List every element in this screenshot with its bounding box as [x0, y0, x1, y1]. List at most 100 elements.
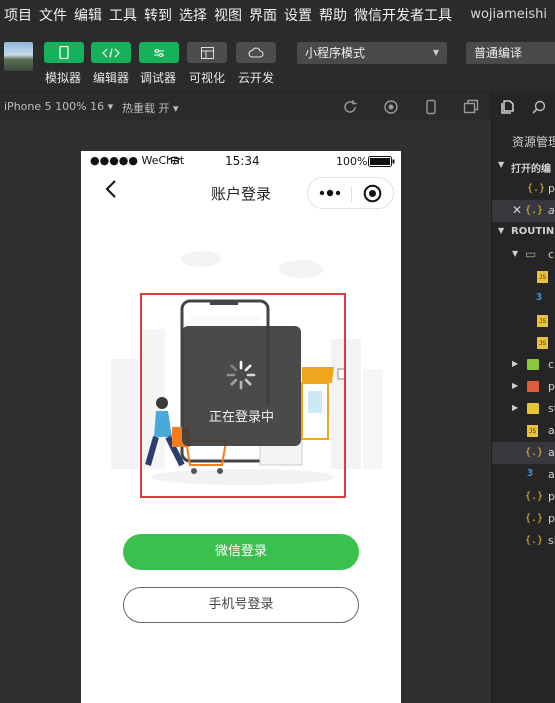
stop-icon[interactable]: [383, 99, 399, 115]
device-select-label: iPhone 5 100% 16: [4, 100, 105, 113]
tree-file[interactable]: JS: [492, 332, 555, 354]
caret-right-icon: ▶: [512, 359, 519, 368]
menu-tools[interactable]: 工具: [109, 5, 137, 25]
tree-file[interactable]: JS a: [492, 420, 555, 442]
menu-wechat-devtools[interactable]: 微信开发者工具: [354, 5, 452, 25]
toolbar: 模拟器 编辑器 调试器 可视化 云开发 小程序模式 ▼ 普通编译: [0, 30, 555, 92]
menu-goto[interactable]: 转到: [144, 5, 172, 25]
menu-help[interactable]: 帮助: [319, 5, 347, 25]
tree-file[interactable]: JS: [492, 266, 555, 288]
tree-folder[interactable]: ▶ st: [492, 398, 555, 420]
compile-select[interactable]: 普通编译: [466, 42, 555, 64]
tree-item-label: p: [548, 512, 555, 525]
cloud-dev-button[interactable]: [236, 42, 276, 63]
menu-project[interactable]: 项目: [4, 5, 32, 25]
tree-item-label: c: [548, 358, 555, 371]
debugger-button[interactable]: [139, 42, 179, 63]
phone-icon: [59, 46, 69, 59]
refresh-icon[interactable]: [342, 99, 358, 115]
search-icon[interactable]: [532, 100, 546, 114]
mode-select[interactable]: 小程序模式 ▼: [297, 42, 447, 64]
caret-down-icon: ▼: [498, 160, 505, 169]
battery-text: 100%: [336, 155, 368, 168]
wechat-login-button[interactable]: 微信登录: [123, 534, 359, 570]
hot-reload-select[interactable]: 热重载 开 ▾: [122, 100, 179, 116]
project-root-header[interactable]: ▼ ROUTINE: [492, 222, 555, 244]
user-name[interactable]: wojiameishi: [470, 7, 547, 22]
tree-file[interactable]: {.} p: [492, 486, 555, 508]
wifi-icon: [168, 156, 181, 165]
tree-folder[interactable]: ▶ p: [492, 376, 555, 398]
debugger-label: 调试器: [140, 71, 177, 85]
tree-item-label: a: [548, 468, 555, 481]
close-miniprogram-icon[interactable]: [363, 184, 382, 203]
phone-login-button[interactable]: 手机号登录: [123, 587, 359, 623]
json-file-icon: {.}: [525, 447, 544, 458]
tree-item-label: a: [548, 424, 555, 437]
menu-settings[interactable]: 设置: [284, 5, 312, 25]
js-file-icon: JS: [527, 425, 538, 437]
menu-bar: 项目 文件 编辑 工具 转到 选择 视图 界面 设置 帮助 微信开发者工具 wo…: [0, 0, 555, 30]
menu-file[interactable]: 文件: [39, 5, 67, 25]
project-avatar[interactable]: [4, 42, 33, 71]
open-file-item[interactable]: {.} p: [492, 178, 555, 200]
tree-file[interactable]: 3: [492, 288, 555, 310]
battery-icon: [368, 156, 395, 167]
capsule-divider: [351, 186, 352, 202]
tree-file-selected[interactable]: {.} a: [492, 442, 555, 464]
json-file-icon: {.}: [527, 183, 546, 194]
detach-window-icon[interactable]: [463, 99, 479, 115]
visual-label: 可视化: [189, 71, 226, 85]
code-icon: [102, 47, 120, 58]
simulator-bar: iPhone 5 100% 16 ▾ 热重载 开 ▾: [0, 92, 491, 120]
hot-reload-label: 热重载 开: [122, 102, 170, 115]
tree-item-label: p: [548, 490, 555, 503]
tree-folder[interactable]: ▶ c: [492, 354, 555, 376]
tree-item-label: c: [548, 248, 555, 261]
explorer-title: 资源管理: [492, 129, 555, 151]
open-editors-label: 打开的编: [511, 164, 551, 175]
json-file-icon: {.}: [525, 491, 544, 502]
loading-toast: 正在登录中: [182, 326, 301, 446]
loading-spinner-icon: [226, 360, 256, 390]
cloud-icon: [248, 47, 264, 58]
explorer-title-text: 资源管理: [512, 135, 555, 149]
status-bar: ●●●●● WeChat 15:34 100%: [81, 151, 401, 171]
explorer-panel: 资源管理 ▼ 打开的编 {.} p ✕ {.} a ▼ ROUTINE ▼ ▭ …: [491, 92, 555, 703]
menu-capsule: [307, 177, 394, 209]
tree-item-label: p: [548, 380, 555, 393]
status-time: 15:34: [225, 154, 260, 168]
json-file-icon: {.}: [525, 513, 544, 524]
project-root-label: ROUTINE: [511, 226, 555, 237]
close-icon[interactable]: ✕: [512, 203, 522, 217]
menu-select[interactable]: 选择: [179, 5, 207, 25]
css-file-icon: 3: [527, 468, 534, 479]
cloud-dev-label: 云开发: [238, 71, 275, 85]
tree-file[interactable]: JS: [492, 310, 555, 332]
tree-file[interactable]: 3 a: [492, 464, 555, 486]
json-file-icon: {.}: [525, 205, 544, 216]
menu-view[interactable]: 视图: [214, 5, 242, 25]
menu-edit[interactable]: 编辑: [74, 5, 102, 25]
simulator-button[interactable]: [44, 42, 84, 63]
mode-select-value: 小程序模式: [305, 46, 366, 60]
device-select[interactable]: iPhone 5 100% 16 ▾: [4, 100, 113, 113]
caret-right-icon: ▶: [512, 403, 519, 412]
tree-file[interactable]: {.} si: [492, 530, 555, 552]
tree-file[interactable]: {.} p: [492, 508, 555, 530]
menu-interface[interactable]: 界面: [249, 5, 277, 25]
editor-label: 编辑器: [93, 71, 130, 85]
debug-icon: [154, 48, 164, 57]
phone-preview-icon[interactable]: [423, 99, 439, 115]
toast-text: 正在登录中: [208, 410, 274, 425]
open-editors-header[interactable]: ▼ 打开的编: [492, 156, 555, 178]
folder-icon: [527, 381, 539, 392]
visual-button[interactable]: [187, 42, 227, 63]
open-file-item-active[interactable]: ✕ {.} a: [492, 200, 555, 222]
tree-folder[interactable]: ▼ ▭ c: [492, 244, 555, 266]
editor-button[interactable]: [91, 42, 131, 63]
open-file-name: p: [548, 182, 555, 195]
more-icon[interactable]: [319, 189, 341, 197]
folder-icon: [527, 403, 539, 414]
files-icon[interactable]: [501, 100, 515, 114]
